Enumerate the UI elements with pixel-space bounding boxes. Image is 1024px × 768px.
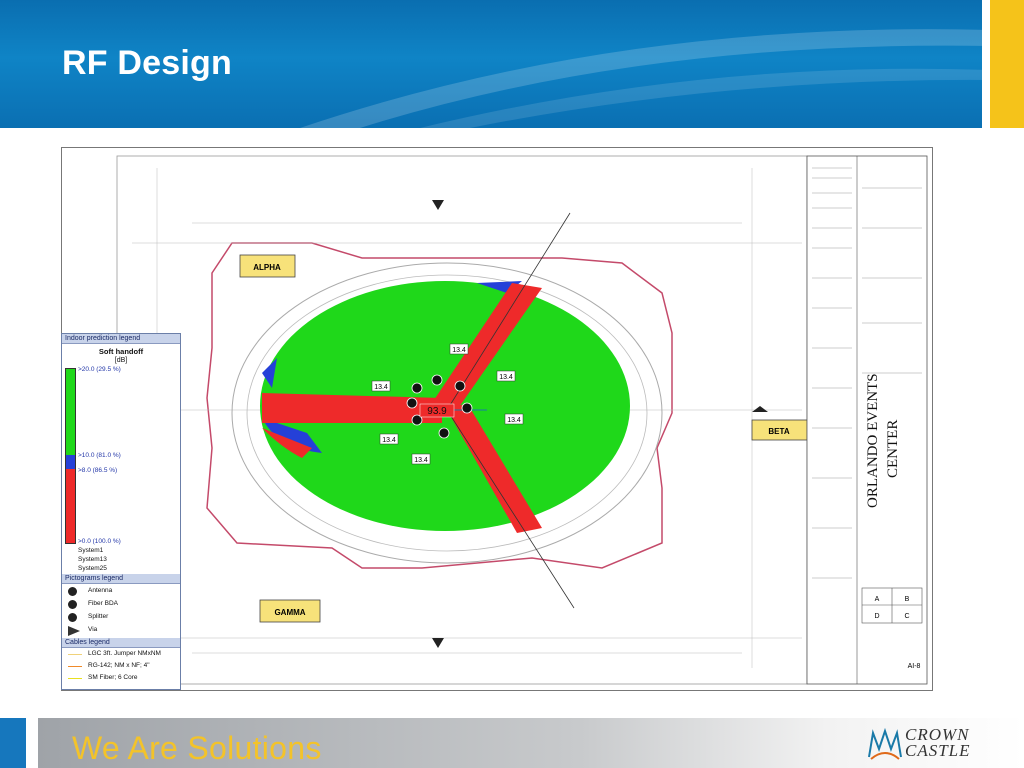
- antenna-value-tag: 13.4: [507, 417, 521, 424]
- antenna-value-tag: 13.4: [414, 457, 428, 464]
- svg-text:A: A: [875, 596, 880, 603]
- svg-text:D: D: [874, 613, 879, 620]
- fiber-bda-icon: [68, 600, 77, 609]
- legend-system: System1: [78, 547, 104, 554]
- legend-level: >10.0 (81.0 %): [78, 452, 121, 459]
- header-accent-bar: [982, 0, 1024, 128]
- antenna: [411, 382, 423, 394]
- footer-tagline: We Are Solutions: [72, 730, 322, 766]
- pictograms-legend: Pictograms legend Antenna Fiber BDA Spli…: [62, 574, 180, 636]
- cable-label: RG-142; NM x NF; 4": [88, 662, 150, 669]
- pictogram-label: Via: [88, 626, 98, 633]
- svg-text:C: C: [904, 613, 909, 620]
- antenna-value-tag: 13.4: [499, 374, 513, 381]
- antenna: [454, 380, 466, 392]
- antenna-value-tag: 13.4: [374, 384, 388, 391]
- prediction-legend: Indoor prediction legend Soft handoff [d…: [61, 333, 181, 690]
- pictograms-header: Pictograms legend: [62, 574, 180, 584]
- pictogram-label: Splitter: [88, 613, 109, 620]
- cables-header: Cables legend: [62, 638, 180, 648]
- antenna-value-tag: 13.4: [452, 347, 466, 354]
- floorplan-svg: 93.9 13.4 13.4 13.4 13.4 13.4 13.4 ALPHA…: [116, 155, 928, 685]
- svg-text:B: B: [905, 596, 910, 603]
- rf-coverage-drawing: 93.9 13.4 13.4 13.4 13.4 13.4 13.4 ALPHA…: [61, 147, 933, 691]
- center-value: 93.9: [427, 406, 447, 417]
- sheet-number: AI-8: [908, 663, 921, 670]
- antenna-value-tag: 13.4: [382, 437, 396, 444]
- svg-text:CENTER: CENTER: [885, 420, 901, 478]
- pictogram-label: Antenna: [88, 587, 113, 594]
- zone-label-beta: BETA: [768, 427, 789, 436]
- legend-header: Indoor prediction legend: [62, 334, 180, 344]
- via-icon: [68, 626, 80, 636]
- pictogram-label: Fiber BDA: [88, 600, 118, 607]
- slide-title: RF Design: [62, 44, 232, 82]
- zone-label-gamma: GAMMA: [274, 608, 305, 617]
- footer-accent: [0, 718, 26, 768]
- legend-color-bar: [65, 368, 76, 544]
- cable-label: SM Fiber; 6 Core: [88, 674, 138, 681]
- antenna: [438, 427, 450, 439]
- crown-castle-logo-icon: [868, 727, 902, 760]
- antenna: [406, 397, 418, 409]
- svg-text:ORLANDO EVENTS: ORLANDO EVENTS: [865, 373, 881, 508]
- logo-line-2: CASTLE: [905, 741, 971, 760]
- legend-unit: [dB]: [114, 357, 128, 364]
- legend-level: >20.0 (29.5 %): [78, 366, 121, 373]
- company-logo-text: CROWN CASTLE: [905, 726, 971, 760]
- legend-subtitle: Soft handoff: [98, 347, 144, 356]
- coax-cable-icon: [68, 666, 82, 667]
- splitter-icon: [68, 613, 77, 622]
- jumper-cable-icon: [68, 654, 82, 655]
- legend-system: System13: [78, 556, 107, 563]
- slide-header: RF Design: [0, 0, 1024, 128]
- antenna: [461, 402, 473, 414]
- antenna-icon: [68, 587, 77, 596]
- cables-legend: Cables legend LGC 3ft. Jumper NMxNM RG-1…: [62, 638, 180, 681]
- antenna: [431, 374, 443, 386]
- legend-system: System25: [78, 565, 107, 572]
- legend-level: >0.0 (100.0 %): [78, 538, 121, 545]
- legend-level: >8.0 (86.5 %): [78, 467, 118, 474]
- fiber-cable-icon: [68, 678, 82, 679]
- cable-label: LGC 3ft. Jumper NMxNM: [88, 650, 161, 657]
- zone-label-alpha: ALPHA: [253, 263, 281, 272]
